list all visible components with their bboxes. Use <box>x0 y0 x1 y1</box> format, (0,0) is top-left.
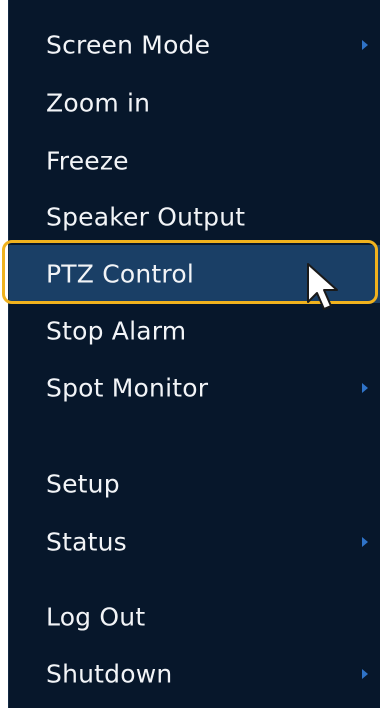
menu-item-label: Speaker Output <box>46 202 246 232</box>
menu-item-zoom-in[interactable]: Zoom in <box>9 74 380 132</box>
menu-item-setup[interactable]: Setup <box>9 455 380 513</box>
submenu-arrow-icon <box>362 40 368 50</box>
menu-separator <box>9 578 380 579</box>
menu-item-speaker-output[interactable]: Speaker Output <box>9 188 380 246</box>
menu-item-label: Status <box>46 527 127 557</box>
submenu-arrow-icon <box>362 383 368 393</box>
menu-separator <box>9 430 380 431</box>
menu-item-status[interactable]: Status <box>9 513 380 571</box>
menu-item-freeze[interactable]: Freeze <box>9 132 380 190</box>
menu-item-ptz-control[interactable]: PTZ Control <box>9 245 380 303</box>
menu-item-shutdown[interactable]: Shutdown <box>9 645 380 703</box>
menu-item-label: Zoom in <box>46 88 151 118</box>
menu-item-screen-mode[interactable]: Screen Mode <box>9 16 380 74</box>
menu-item-label: PTZ Control <box>46 259 194 289</box>
menu-item-stop-alarm[interactable]: Stop Alarm <box>9 302 380 360</box>
menu-item-label: Spot Monitor <box>46 373 209 403</box>
menu-item-spot-monitor[interactable]: Spot Monitor <box>9 359 380 417</box>
submenu-arrow-icon <box>362 669 368 679</box>
menu-item-label: Freeze <box>46 146 129 176</box>
menu-item-label: Setup <box>46 469 120 499</box>
menu-item-label: Log Out <box>46 602 146 632</box>
menu-item-log-out[interactable]: Log Out <box>9 588 380 646</box>
menu-item-label: Screen Mode <box>46 30 211 60</box>
menu-item-label: Stop Alarm <box>46 316 187 346</box>
context-menu: Screen Mode Zoom in Freeze Speaker Outpu… <box>8 0 380 708</box>
menu-item-label: Shutdown <box>46 659 173 689</box>
submenu-arrow-icon <box>362 537 368 547</box>
